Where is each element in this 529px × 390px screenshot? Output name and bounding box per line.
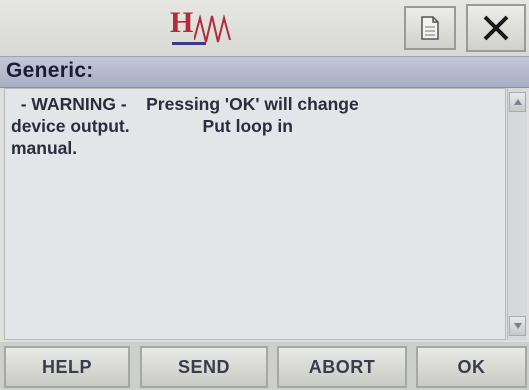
vertical-scrollbar[interactable] (507, 88, 527, 340)
logo-letter: H (170, 6, 194, 39)
scroll-down-button[interactable] (509, 316, 526, 336)
title-bar: H (0, 0, 529, 56)
hw-logo: H (170, 6, 238, 50)
close-button[interactable] (466, 4, 526, 52)
document-button[interactable] (404, 6, 456, 50)
header-bar: Generic: (0, 56, 529, 88)
scroll-up-button[interactable] (509, 92, 526, 112)
document-icon (421, 16, 439, 40)
send-button[interactable]: SEND (140, 346, 268, 388)
logo-wave-icon (194, 14, 231, 43)
warning-message: - WARNING - Pressing 'OK' will change de… (11, 94, 359, 158)
ok-button[interactable]: OK (416, 346, 527, 388)
arrow-down-icon (513, 323, 522, 329)
abort-button[interactable]: ABORT (277, 346, 407, 388)
arrow-up-icon (513, 99, 522, 105)
communicator-screen: H Generic: - WARNING - Pressing 'OK' wil… (0, 0, 529, 390)
message-panel: - WARNING - Pressing 'OK' will change de… (4, 88, 506, 340)
softkey-bar: HELP SEND ABORT OK (0, 342, 529, 390)
close-icon (483, 15, 509, 41)
help-button[interactable]: HELP (4, 346, 130, 388)
page-title: Generic: (6, 59, 94, 82)
